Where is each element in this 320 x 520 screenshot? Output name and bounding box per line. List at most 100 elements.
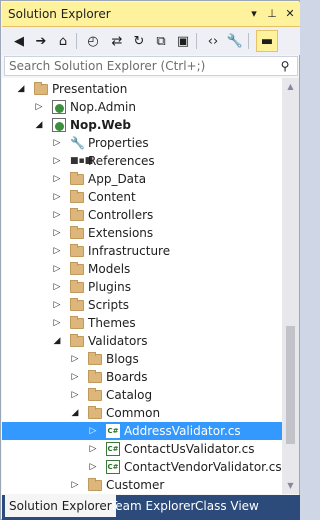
folder-icon (70, 226, 84, 239)
expand-arrow-icon[interactable]: ▷ (52, 138, 62, 148)
tree-item[interactable]: ▷ C# AddressValidator.cs (2, 422, 282, 440)
expand-arrow-icon[interactable]: ▷ (88, 426, 98, 436)
csharp-file-icon: C# (106, 442, 120, 456)
expand-arrow-icon[interactable]: ▷ (52, 174, 62, 184)
close-icon[interactable]: ✕ (282, 6, 298, 22)
search-icon[interactable]: ⚲ (276, 58, 294, 74)
tab-solution-explorer[interactable]: Solution Explorer (5, 495, 116, 517)
scroll-down-icon[interactable]: ▼ (282, 477, 299, 494)
tree-item-label: Themes (88, 316, 136, 330)
expand-arrow-icon[interactable]: ▷ (52, 192, 62, 202)
refresh-icon[interactable]: ↻ (128, 30, 150, 52)
expand-arrow-icon[interactable]: ▷ (88, 462, 98, 472)
bottom-tabs: Solution Explorer Team Explorer Class View (2, 495, 300, 520)
expand-arrow-icon[interactable]: ▷ (34, 102, 44, 112)
expand-arrow-icon[interactable]: ▷ (70, 390, 80, 400)
preview-icon[interactable]: ▬ (256, 30, 278, 52)
tree-item[interactable]: ▷ Catalog (2, 386, 282, 404)
tree-item[interactable]: ▷ Extensions (2, 224, 282, 242)
sync-icon[interactable]: ⇄ (106, 30, 128, 52)
dropdown-icon[interactable]: ▾ (246, 6, 262, 22)
expand-arrow-icon[interactable]: ▷ (52, 300, 62, 310)
tree-item[interactable]: ▷ Content (2, 188, 282, 206)
title-bar[interactable]: Solution Explorer ▾ ⊥ ✕ (2, 2, 300, 27)
toolbar-separator (196, 33, 197, 49)
expand-arrow-icon[interactable]: ▷ (70, 354, 80, 364)
tree-item-label: Infrastructure (88, 244, 171, 258)
csharp-file-icon: C# (106, 460, 120, 474)
search-input[interactable] (5, 57, 275, 75)
tree-item-label: Properties (88, 136, 149, 150)
tree-item[interactable]: ▷ Scripts (2, 296, 282, 314)
properties-icon[interactable]: 🔧 (224, 30, 246, 52)
folder-icon (70, 334, 84, 347)
expand-arrow-icon[interactable]: ▷ (52, 210, 62, 220)
tree-item-label: App_Data (88, 172, 147, 186)
collapse-arrow-icon[interactable]: ◢ (16, 84, 26, 94)
vertical-scrollbar[interactable]: ▲ ▼ (282, 78, 299, 494)
tree-item[interactable]: ◢ Validators (2, 332, 282, 350)
folder-icon (70, 280, 84, 293)
pending-changes-icon[interactable]: ◴ (82, 30, 104, 52)
pin-icon[interactable]: ⊥ (264, 6, 280, 22)
folder-icon (70, 316, 84, 329)
scroll-thumb[interactable] (286, 326, 295, 444)
tree-item[interactable]: ▷ Nop.Admin (2, 98, 282, 116)
tree-item-label: ContactVendorValidator.cs (124, 460, 282, 474)
tree-item[interactable]: ▷ C# ContactUsValidator.cs (2, 440, 282, 458)
expand-arrow-icon[interactable]: ▷ (52, 264, 62, 274)
tree-item-label: Catalog (106, 388, 153, 402)
collapse-arrow-icon[interactable]: ◢ (70, 408, 80, 418)
tree-item[interactable]: ▷ Themes (2, 314, 282, 332)
expand-arrow-icon[interactable]: ▷ (52, 156, 62, 166)
collapse-all-icon[interactable]: ⧉ (150, 30, 172, 52)
view-code-icon[interactable]: ‹› (202, 30, 224, 52)
tree-item[interactable]: ◢ Common (2, 404, 282, 422)
collapse-arrow-icon[interactable]: ◢ (52, 336, 62, 346)
expand-arrow-icon[interactable]: ▷ (52, 246, 62, 256)
solution-explorer-window: Solution Explorer ▾ ⊥ ✕ ◀➔⌂◴⇄↻⧉▣‹›🔧▬ ⚲ ◢… (0, 0, 300, 520)
tree-item[interactable]: ▷ App_Data (2, 170, 282, 188)
references-icon: ■▪■ (70, 156, 94, 166)
tree-item-label: Presentation (52, 82, 128, 96)
back-icon[interactable]: ◀ (8, 30, 30, 52)
window-title: Solution Explorer (8, 7, 111, 21)
tree-item[interactable]: ▷ Boards (2, 368, 282, 386)
tree-item[interactable]: ◢ Nop.Web (2, 116, 282, 134)
tree-item-label: Boards (106, 370, 148, 384)
tab-class-view[interactable]: Class View (191, 495, 263, 517)
expand-arrow-icon[interactable]: ▷ (52, 282, 62, 292)
folder-icon (70, 262, 84, 275)
web-project-icon (52, 118, 66, 132)
expand-arrow-icon[interactable]: ▷ (70, 372, 80, 382)
tab-team-explorer[interactable]: Team Explorer (106, 495, 200, 517)
tree-item[interactable]: ◢ Presentation (2, 80, 282, 98)
expand-arrow-icon[interactable]: ▷ (52, 228, 62, 238)
collapse-arrow-icon[interactable]: ◢ (34, 120, 44, 130)
tree-item[interactable]: ▷ C# ContactVendorValidator.cs (2, 458, 282, 476)
tree-item[interactable]: ▷ Plugins (2, 278, 282, 296)
folder-icon (70, 298, 84, 311)
forward-icon[interactable]: ➔ (30, 30, 52, 52)
wrench-icon: 🔧 (70, 136, 85, 150)
tree-item[interactable]: ▷ Infrastructure (2, 242, 282, 260)
scroll-up-icon[interactable]: ▲ (282, 78, 299, 95)
expand-arrow-icon[interactable]: ▷ (70, 480, 80, 490)
tree-item[interactable]: ▷ Blogs (2, 350, 282, 368)
tree-item-label: Common (106, 406, 161, 420)
tree-item[interactable]: ▷ Models (2, 260, 282, 278)
expand-arrow-icon[interactable]: ▷ (52, 318, 62, 328)
tree-item-label: ContactUsValidator.cs (124, 442, 255, 456)
tree-item[interactable]: ▷ Controllers (2, 206, 282, 224)
folder-icon (70, 190, 84, 203)
tree-item[interactable]: ▷ 🔧 Properties (2, 134, 282, 152)
search-box: ⚲ (4, 56, 298, 76)
tree-item[interactable]: ▷ ■▪■ References (2, 152, 282, 170)
expand-arrow-icon[interactable]: ▷ (88, 444, 98, 454)
show-all-files-icon[interactable]: ▣ (172, 30, 194, 52)
tree-item-label: Models (88, 262, 131, 276)
toolbar: ◀ ➔ ⌂ ◴ ⇄ ↻ ⧉ ▣ ‹› 🔧 ▬ (2, 27, 300, 55)
home-icon[interactable]: ⌂ (52, 30, 74, 52)
tree-item[interactable]: ▷ Customer (2, 476, 282, 494)
tree-item-label: Customer (106, 478, 165, 492)
